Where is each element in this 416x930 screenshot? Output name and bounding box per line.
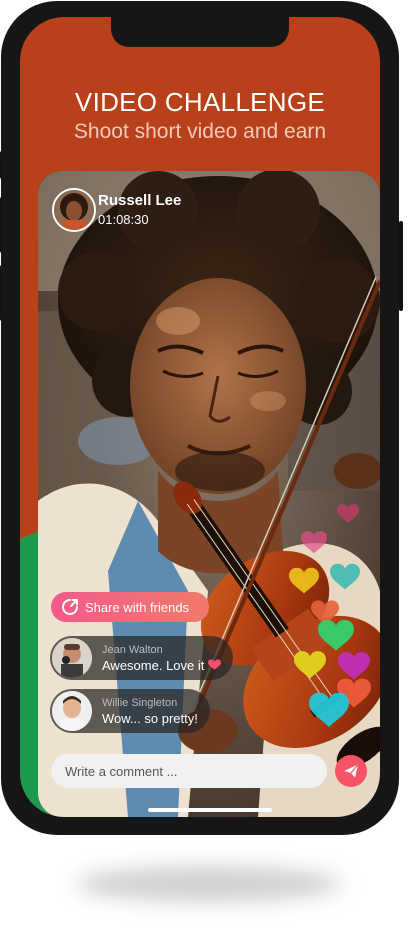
streamer-avatar-image bbox=[54, 190, 94, 230]
send-icon bbox=[344, 764, 359, 778]
heart-icon bbox=[208, 658, 222, 670]
app-screen: VIDEO CHALLENGE Shoot short video and ea… bbox=[20, 17, 380, 817]
stream-timer: 01:08:30 bbox=[98, 212, 149, 227]
comment-username: Willie Singleton bbox=[102, 696, 178, 709]
home-indicator[interactable] bbox=[148, 808, 272, 812]
live-video-card[interactable]: Russell Lee 01:08:30 Share with friends bbox=[38, 171, 380, 817]
streamer-avatar[interactable] bbox=[52, 188, 96, 232]
comment-item: Jean Walton Awesome. Love it bbox=[50, 636, 234, 680]
comment-item: Willie Singleton Wow... so pretty! bbox=[50, 689, 210, 733]
send-button[interactable] bbox=[335, 755, 367, 787]
share-button-label: Share with friends bbox=[85, 599, 190, 615]
device-notch bbox=[111, 17, 289, 47]
phone-frame: VIDEO CHALLENGE Shoot short video and ea… bbox=[0, 1, 403, 835]
mute-switch bbox=[0, 151, 1, 179]
streamer-name[interactable]: Russell Lee bbox=[98, 192, 181, 209]
page-title: VIDEO CHALLENGE bbox=[74, 87, 326, 117]
commenter-avatar[interactable] bbox=[52, 638, 92, 678]
comment-text-row: Awesome. Love it bbox=[102, 657, 222, 673]
commenter-avatar-image bbox=[52, 638, 92, 678]
volume-up-button bbox=[0, 197, 1, 253]
comment-text: Wow... so pretty! bbox=[102, 710, 198, 726]
share-icon bbox=[62, 599, 78, 615]
volume-down-button bbox=[0, 265, 1, 321]
commenter-avatar[interactable] bbox=[52, 691, 92, 731]
commenter-avatar-image bbox=[52, 691, 92, 731]
comment-username: Jean Walton bbox=[102, 643, 163, 656]
device-shadow bbox=[76, 866, 342, 902]
page-subtitle: Shoot short video and earn bbox=[73, 120, 327, 143]
power-button bbox=[399, 221, 403, 311]
share-with-friends-button[interactable]: Share with friends bbox=[51, 592, 209, 622]
comment-input[interactable] bbox=[51, 754, 327, 788]
comment-text: Awesome. Love it bbox=[102, 657, 205, 673]
